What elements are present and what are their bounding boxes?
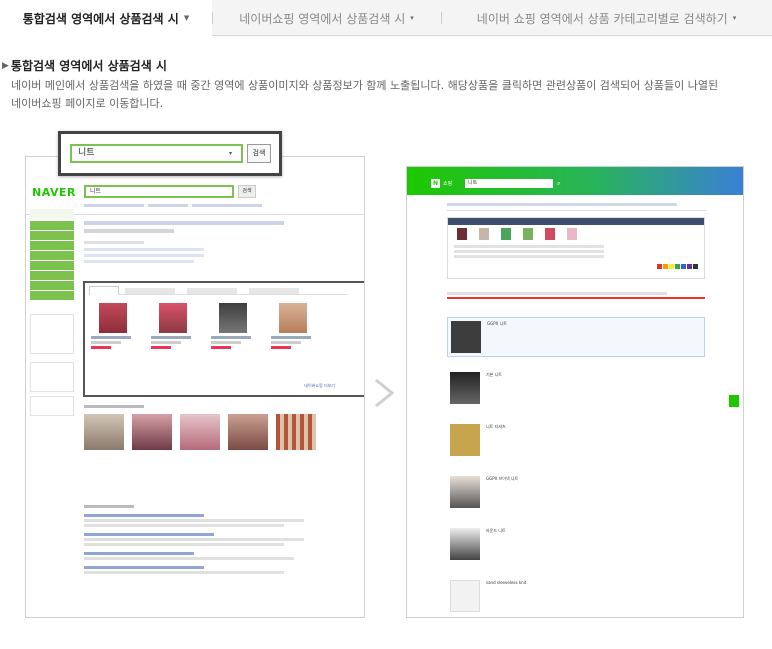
image-results [84, 405, 354, 465]
shopping-highlight-box[interactable]: 네이버쇼핑 더보기 [83, 281, 364, 397]
sort-bar [447, 289, 705, 299]
shopping-more-link[interactable]: 네이버쇼핑 더보기 [304, 383, 335, 389]
result-text-block [84, 215, 354, 275]
caret-right-icon: ▶ [2, 60, 9, 71]
zoom-search-input[interactable]: 니트 [70, 144, 243, 163]
section-description: 네이버 메인에서 상품검색을 하였을 때 중간 영역에 상품이미지와 상품정보가… [11, 79, 719, 110]
naver-shopping-screenshot: N 쇼핑 니트 ⌕ GGPX 니트 기본 니트 니트 티셔츠 GGPX 브이넥 … [406, 166, 744, 618]
naver-search-screenshot: NAVER 니트 검색 네이버쇼핑 더보기 [25, 156, 365, 618]
search-input[interactable]: 니트 [84, 185, 234, 198]
zoom-search-button[interactable]: 검색 [247, 144, 271, 163]
shopping-header: N 쇼핑 니트 ⌕ [407, 167, 743, 195]
product-list: GGPX 니트 기본 니트 니트 티셔츠 GGPX 브이넥 니트 라운드 니트 … [447, 317, 705, 617]
product-name: 니트 티셔츠 [486, 424, 506, 429]
product-card[interactable] [91, 303, 151, 363]
product-card[interactable] [151, 303, 211, 363]
product-name: sand sleeveless knit [486, 580, 527, 585]
shopping-search-input[interactable]: 니트 [465, 179, 553, 188]
color-swatches [657, 264, 698, 269]
search-icon[interactable]: ⌕ [557, 180, 560, 188]
product-row[interactable]: sand sleeveless knit [447, 577, 705, 617]
product-name: 라운드 니트 [486, 528, 506, 533]
chevron-right-icon [372, 378, 396, 408]
section-title: ▶ 통합검색 영역에서 상품검색 시 [2, 57, 167, 74]
product-card[interactable] [271, 303, 331, 363]
search-button[interactable]: 검색 [238, 185, 256, 198]
chevron-down-icon: ▾ [732, 14, 737, 22]
chevron-down-icon: ▾ [410, 14, 414, 22]
product-card[interactable] [211, 303, 271, 363]
sidebar-menu [30, 221, 74, 306]
left-sidebar [26, 207, 78, 617]
n-logo: N [431, 179, 440, 188]
product-row[interactable]: 기본 니트 [447, 369, 705, 409]
tab-label: 통합검색 영역에서 상품검색 시 [22, 11, 179, 26]
tab-label: 네이버 쇼핑 영역에서 상품 카테고리별로 검색하기 [476, 11, 728, 26]
tab-integrated-search[interactable]: 통합검색 영역에서 상품검색 시 ▼ [0, 0, 212, 37]
shopping-tabs [89, 286, 347, 295]
product-name: GGPX 니트 [487, 321, 507, 326]
product-row[interactable]: 라운드 니트 [447, 525, 705, 565]
shopping-products [91, 303, 341, 363]
chevron-down-icon: ▼ [183, 14, 190, 22]
category-panel [447, 217, 705, 279]
tab-naver-shopping-search[interactable]: 네이버쇼핑 영역에서 상품검색 시 ▾ [212, 0, 441, 36]
shopping-nav [447, 197, 707, 211]
related-links [84, 204, 324, 210]
chevron-down-icon: ▾ [229, 150, 233, 157]
side-floating-button[interactable] [729, 395, 739, 407]
shopping-brand: 쇼핑 [443, 181, 453, 187]
web-results [84, 505, 354, 615]
section-title-text: 통합검색 영역에서 상품검색 시 [10, 59, 167, 73]
tab-bar: 통합검색 영역에서 상품검색 시 ▼ 네이버쇼핑 영역에서 상품검색 시 ▾ 네… [0, 0, 772, 37]
naver-logo: NAVER [32, 186, 76, 199]
product-row[interactable]: GGPX 니트 [447, 317, 705, 357]
product-name: GGPX 브이넥 니트 [486, 476, 519, 481]
product-name: 기본 니트 [486, 372, 502, 377]
product-row[interactable]: 니트 티셔츠 [447, 421, 705, 461]
product-row[interactable]: GGPX 브이넥 니트 [447, 473, 705, 513]
search-zoom-callout: 니트 ▾ 검색 [58, 131, 282, 176]
tab-label: 네이버쇼핑 영역에서 상품검색 시 [239, 11, 406, 26]
tab-category-search[interactable]: 네이버 쇼핑 영역에서 상품 카테고리별로 검색하기 ▾ [441, 0, 772, 36]
